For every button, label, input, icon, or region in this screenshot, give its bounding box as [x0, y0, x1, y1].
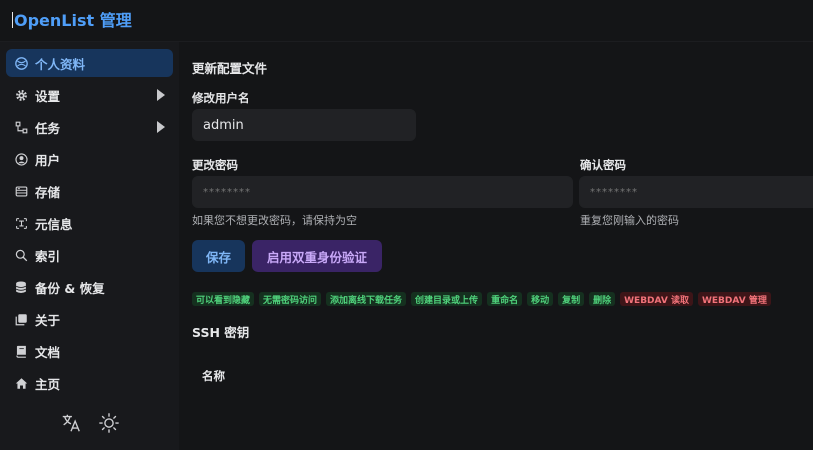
section-title-profile: 更新配置文件	[192, 61, 268, 76]
sidebar-item-settings[interactable]: 设置	[6, 81, 173, 109]
app-title[interactable]: OpenList 管理	[12, 7, 132, 31]
username-input[interactable]	[192, 109, 416, 141]
sidebar-footer	[0, 408, 179, 438]
sidebar-item-label: 用户	[35, 152, 61, 168]
sidebar-item-label: 备份 & 恢复	[35, 280, 105, 296]
permission-badge: 无需密码访问	[259, 292, 322, 306]
meta-icon	[14, 216, 28, 230]
sidebar-item-label: 个人资料	[35, 56, 86, 72]
expand-arrow-icon[interactable]	[157, 121, 165, 133]
database-icon	[14, 280, 28, 294]
sidebar: 个人资料 设置 任务 用户 存储 元信息 索引 备份 & 恢复 关于 文档 主页	[0, 42, 179, 450]
permission-badge: 创建目录或上传	[411, 292, 483, 306]
sidebar-item-home[interactable]: 主页	[6, 369, 173, 397]
sidebar-item-profile[interactable]: 个人资料	[6, 49, 173, 77]
gear-icon	[14, 88, 28, 102]
confirm-password-input[interactable]	[579, 176, 813, 208]
permission-badge: 添加离线下载任务	[326, 292, 407, 306]
sidebar-item-label: 元信息	[35, 216, 73, 232]
permission-badge: WEBDAV 管理	[697, 292, 771, 306]
permission-badge: 重命名	[487, 292, 523, 306]
sidebar-item-label: 文档	[35, 344, 61, 360]
permission-badge: 复制	[558, 292, 585, 306]
username-label: 修改用户名	[192, 91, 250, 105]
enable-2fa-button[interactable]: 启用双重身份验证	[252, 240, 382, 272]
password-label: 更改密码	[192, 158, 238, 172]
sidebar-item-users[interactable]: 用户	[6, 145, 173, 173]
profile-icon	[14, 56, 28, 70]
sidebar-item-backup[interactable]: 备份 & 恢复	[6, 273, 173, 301]
permission-badge: 删除	[589, 292, 616, 306]
text-caret	[12, 12, 13, 28]
storage-icon	[14, 184, 28, 198]
about-icon	[14, 312, 28, 326]
ssh-table-header-name: 名称	[202, 369, 225, 383]
sidebar-item-label: 主页	[35, 376, 61, 392]
main-content: 更新配置文件 修改用户名 更改密码 如果您不想更改密码，请保持为空 确认密码 重…	[179, 42, 813, 450]
section-title-ssh: SSH 密钥	[192, 325, 250, 340]
search-icon	[14, 248, 28, 262]
permission-badge: 可以看到隐藏	[192, 292, 255, 306]
sidebar-item-meta[interactable]: 元信息	[6, 209, 173, 237]
password-input[interactable]	[192, 176, 573, 208]
password-hint: 如果您不想更改密码，请保持为空	[192, 214, 357, 227]
book-icon	[14, 344, 28, 358]
task-icon	[14, 120, 28, 134]
sun-icon[interactable]	[97, 411, 121, 435]
user-icon	[14, 152, 28, 166]
top-bar: OpenList 管理	[0, 0, 813, 42]
sidebar-item-tasks[interactable]: 任务	[6, 113, 173, 141]
sidebar-item-label: 存储	[35, 184, 61, 200]
sidebar-item-label: 设置	[35, 88, 61, 104]
translate-icon[interactable]	[59, 411, 83, 435]
sidebar-item-label: 关于	[35, 312, 61, 328]
sidebar-item-docs[interactable]: 文档	[6, 337, 173, 365]
permission-badge: 移动	[527, 292, 554, 306]
sidebar-item-index[interactable]: 索引	[6, 241, 173, 269]
permission-badges: 可以看到隐藏 无需密码访问 添加离线下载任务 创建目录或上传 重命名 移动 复制…	[192, 292, 771, 306]
sidebar-item-storage[interactable]: 存储	[6, 177, 173, 205]
save-button[interactable]: 保存	[192, 240, 245, 272]
app-title-text: OpenList 管理	[14, 11, 132, 30]
home-icon	[14, 376, 28, 390]
permission-badge: WEBDAV 读取	[620, 292, 693, 306]
sidebar-item-label: 索引	[35, 248, 61, 264]
confirm-password-label: 确认密码	[580, 158, 626, 172]
sidebar-item-label: 任务	[35, 120, 61, 136]
sidebar-item-about[interactable]: 关于	[6, 305, 173, 333]
confirm-password-hint: 重复您刚输入的密码	[580, 214, 679, 227]
expand-arrow-icon[interactable]	[157, 89, 165, 101]
